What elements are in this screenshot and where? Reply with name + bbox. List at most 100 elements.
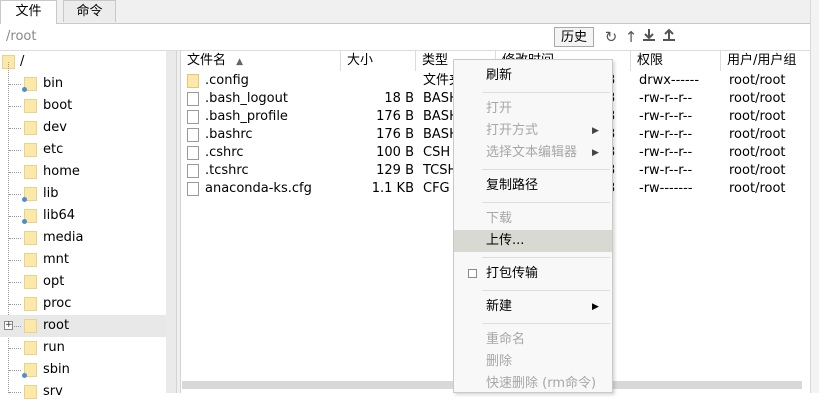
history-button[interactable]: 历史 — [554, 27, 594, 47]
menu-item-copy-path[interactable]: 复制路径 — [454, 175, 612, 197]
up-dir-icon[interactable]: ↑ — [622, 27, 640, 47]
menu-item-label: 新建 — [486, 299, 513, 314]
tree-item-mnt[interactable]: mnt — [0, 249, 166, 271]
tab-bar: 文件 命令 — [0, 0, 819, 24]
menu-item-refresh[interactable]: 刷新 — [454, 65, 612, 87]
folder-icon — [24, 143, 37, 157]
file-size: 129 B — [376, 163, 414, 178]
file-size: 176 B — [376, 109, 414, 124]
file-size: 100 B — [376, 145, 414, 160]
menu-item-open-with: 打开方式 ▶ — [454, 120, 612, 142]
path-input[interactable]: /root — [6, 29, 36, 44]
symlink-icon — [22, 373, 27, 378]
file-size: 18 B — [384, 91, 414, 106]
tree-label: mnt — [43, 252, 69, 267]
file-owner: root/root — [729, 181, 786, 196]
menu-item-label: 快速删除 (rm命令) — [486, 376, 597, 391]
file-icon — [187, 182, 199, 196]
submenu-arrow-icon: ▶ — [592, 126, 599, 136]
tree-item-lib64[interactable]: lib64 — [0, 205, 166, 227]
tree-branch-line — [9, 282, 21, 283]
download-icon[interactable] — [640, 27, 658, 47]
menu-item-label: 选择文本编辑器 — [486, 145, 578, 160]
menu-item-download: 下载 — [454, 208, 612, 230]
file-owner: root/root — [729, 163, 786, 178]
tree-label: run — [43, 340, 65, 355]
tree-label: srv — [43, 384, 63, 399]
menu-item-label: 复制路径 — [486, 178, 539, 193]
tree-item-bin[interactable]: bin — [0, 73, 166, 95]
file-permissions: -rw------- — [639, 181, 693, 196]
menu-item-label: 删除 — [486, 354, 513, 369]
tree-item-sbin[interactable]: sbin — [0, 359, 166, 381]
context-menu: 刷新 打开 打开方式 ▶ 选择文本编辑器 ▶ 复制路径 下载 上传... 打包传输 … — [453, 59, 613, 393]
tree-label: home — [43, 164, 80, 179]
refresh-icon[interactable]: ↻ — [602, 27, 620, 47]
menu-separator — [482, 92, 610, 93]
menu-separator — [482, 169, 610, 170]
tree-item-run[interactable]: run — [0, 337, 166, 359]
folder-icon — [24, 319, 37, 333]
tree-label: root — [43, 318, 70, 333]
tree-item-proc[interactable]: proc — [0, 293, 166, 315]
column-size[interactable]: 大小 — [341, 51, 416, 71]
tree-branch-line — [9, 150, 21, 151]
tree-label: media — [43, 230, 84, 245]
tab-commands[interactable]: 命令 — [63, 0, 116, 22]
tree-item-root[interactable]: + root — [0, 315, 166, 337]
folder-icon — [187, 74, 199, 88]
file-permissions: -rw-r--r-- — [639, 109, 693, 124]
menu-item-pack-transfer[interactable]: 打包传输 — [454, 263, 612, 285]
tree-label: lib — [43, 186, 59, 201]
tree-label: boot — [43, 98, 73, 113]
upload-icon[interactable] — [660, 27, 678, 47]
expand-icon[interactable]: + — [4, 321, 13, 330]
tree-label: bin — [43, 76, 64, 91]
tree-branch-line — [9, 194, 21, 195]
file-size: 176 B — [376, 127, 414, 142]
folder-icon — [24, 253, 37, 267]
checkbox-icon[interactable] — [468, 269, 477, 278]
submenu-arrow-icon: ▶ — [592, 302, 599, 312]
column-name[interactable]: 文件名 ▲ — [181, 51, 341, 71]
menu-item-new[interactable]: 新建 ▶ — [454, 296, 612, 318]
tree-label: etc — [43, 142, 64, 157]
sort-ascending-icon: ▲ — [236, 57, 244, 67]
tree-item-etc[interactable]: etc — [0, 139, 166, 161]
column-permissions[interactable]: 权限 — [631, 51, 721, 71]
menu-separator — [482, 323, 610, 324]
menu-item-label: 打开方式 — [486, 123, 539, 138]
symlink-icon — [22, 219, 27, 224]
tree-branch-line — [9, 260, 21, 261]
file-owner: root/root — [729, 109, 786, 124]
tree-item-boot[interactable]: boot — [0, 95, 166, 117]
file-name: .tcshrc — [205, 163, 249, 178]
menu-item-label: 上传... — [486, 233, 525, 248]
column-owner[interactable]: 用户/用户组 — [721, 51, 810, 71]
tree-branch-line — [9, 238, 21, 239]
menu-item-delete: 删除 — [454, 351, 612, 373]
tab-files[interactable]: 文件 — [0, 0, 57, 24]
tree-item-opt[interactable]: opt — [0, 271, 166, 293]
column-name-label: 文件名 — [187, 53, 227, 68]
menu-item-label: 刷新 — [486, 68, 513, 83]
tree-item-dev[interactable]: dev — [0, 117, 166, 139]
tree-item-lib[interactable]: lib — [0, 183, 166, 205]
menu-item-upload[interactable]: 上传... — [454, 230, 612, 252]
file-size: 1.1 KB — [371, 181, 414, 196]
symlink-icon — [22, 197, 27, 202]
tree-item-home[interactable]: home — [0, 161, 166, 183]
tree-scrollbar[interactable] — [166, 51, 176, 393]
file-name: .bash_logout — [205, 91, 288, 106]
menu-separator — [482, 257, 610, 258]
file-owner: root/root — [729, 73, 786, 88]
file-type: CSH — [423, 145, 451, 160]
tree-item-media[interactable]: media — [0, 227, 166, 249]
folder-icon — [24, 385, 37, 399]
folder-icon — [24, 99, 37, 113]
file-icon — [187, 110, 199, 124]
tree-item-srv[interactable]: srv — [0, 381, 166, 403]
file-name: anaconda-ks.cfg — [205, 181, 312, 196]
tree-root[interactable]: / — [0, 51, 166, 73]
file-name: .config — [205, 73, 249, 88]
